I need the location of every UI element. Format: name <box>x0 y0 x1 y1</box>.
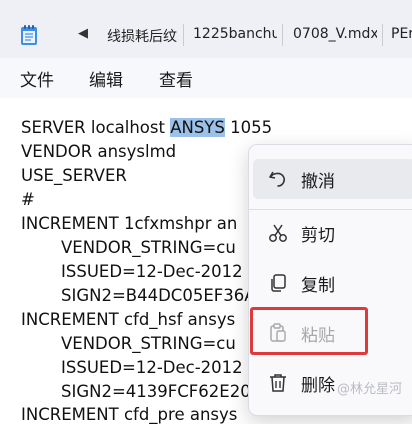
tab-4[interactable]: PEr <box>391 26 412 46</box>
undo-menu-item[interactable]: 撤消 <box>253 159 412 199</box>
editor-line: ISSUED=12-Dec-2012 <box>61 262 243 281</box>
editor-line: VENDOR_STRING=cu <box>61 238 236 257</box>
menu-edit[interactable]: 编辑 <box>89 66 123 91</box>
editor-line: INCREMENT cfd_pre ansys <box>21 405 238 424</box>
editor-line: # <box>21 190 35 209</box>
menu-file[interactable]: 文件 <box>20 66 54 91</box>
selected-text: ANSYS <box>170 118 225 137</box>
editor-line: SIGN2=4139FCF62E20 <box>61 382 251 401</box>
cut-menu-item[interactable]: 剪切 <box>253 213 412 253</box>
menu-divider <box>249 209 412 210</box>
undo-icon <box>269 171 285 187</box>
delete-label: 删除 <box>301 376 335 396</box>
editor-line: USE_SERVER <box>21 166 127 185</box>
editor-line: INCREMENT cfd_hsf ansys <box>21 310 236 329</box>
tab-divider <box>183 24 184 46</box>
tab-2[interactable]: 1225banchuan <box>193 26 277 46</box>
copy-label: 复制 <box>301 276 335 296</box>
menu-view[interactable]: 查看 <box>159 66 193 91</box>
tab-3[interactable]: 0708_V.mdx <box>293 26 377 46</box>
tab-divider <box>282 24 283 46</box>
editor-line: ISSUED=12-Dec-2012 <box>61 358 243 377</box>
editor-line: INCREMENT 1cfxmshpr an <box>21 214 238 233</box>
tab-1[interactable]: 线损耗后纹 <box>107 26 179 46</box>
editor-line: VENDOR ansyslmd <box>21 142 177 161</box>
trash-icon <box>270 374 286 392</box>
notepad-icon <box>21 25 37 45</box>
tab-bar: ◀ 线损耗后纹 1225banchuan 0708_V.mdx PEr <box>0 0 412 58</box>
menu-bar: 文件 编辑 查看 <box>0 58 412 98</box>
scissors-icon <box>269 224 287 242</box>
tab-divider <box>382 24 383 46</box>
cut-label: 剪切 <box>301 226 335 246</box>
watermark: @林允星河 <box>336 382 402 397</box>
undo-label: 撤消 <box>301 172 335 192</box>
editor-line: SERVER localhost ANSYS 1055 <box>21 118 273 137</box>
annotation-highlight-box <box>250 307 368 355</box>
context-menu: 撤消 剪切 复制 粘贴 删除 <box>248 144 412 416</box>
copy-menu-item[interactable]: 复制 <box>253 263 412 303</box>
scroll-tabs-left-icon[interactable]: ◀ <box>78 26 88 41</box>
copy-icon <box>271 274 286 292</box>
editor-line: SIGN2=B44DC05EF36A <box>61 286 256 305</box>
editor-line: VENDOR_STRING=cu <box>61 334 236 353</box>
